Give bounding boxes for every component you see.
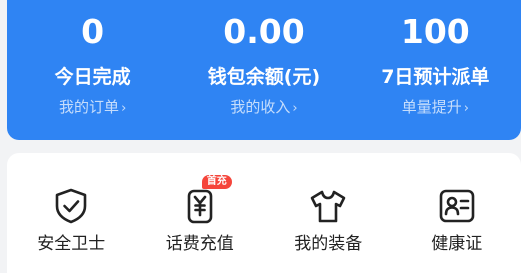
chevron-right-icon: › [121,101,126,116]
chevron-right-icon: › [292,101,297,116]
service-label: 安全卫士 [7,232,136,256]
stat-today-completed[interactable]: 0 今日完成 我的订单› [7,0,178,140]
stat-value: 100 [350,10,521,54]
first-recharge-badge: 首充 [202,175,232,189]
chevron-right-icon: › [464,101,469,116]
stat-value: 0 [7,10,178,54]
boost-orders-link[interactable]: 单量提升› [350,96,521,120]
id-card-icon [437,186,477,226]
shield-check-icon [51,186,91,226]
link-text: 单量提升 [402,98,462,116]
stat-value: 0.00 [178,10,349,54]
service-my-equipment[interactable]: 我的装备 [264,153,393,273]
service-phone-recharge[interactable]: 首充 话费充值 [136,153,265,273]
service-label: 我的装备 [264,232,393,256]
link-text: 我的收入 [230,98,290,116]
stat-label: 钱包余额(元) [178,63,349,91]
my-orders-link[interactable]: 我的订单› [7,96,178,120]
service-label: 健康证 [393,232,521,256]
services-card: 安全卫士 首充 话费充值 我的装备 [7,153,521,273]
service-safety-guard[interactable]: 安全卫士 [7,153,136,273]
link-text: 我的订单 [59,98,119,116]
stat-label: 今日完成 [7,63,178,91]
phone-yuan-icon [180,186,220,226]
stat-label: 7日预计派单 [350,63,521,91]
stat-expected-dispatch[interactable]: 100 7日预计派单 单量提升› [350,0,521,140]
service-label: 话费充值 [136,232,265,256]
stats-card: 0 今日完成 我的订单› 0.00 钱包余额(元) 我的收入› 100 7日预计… [7,0,521,140]
tshirt-icon [308,186,348,226]
stat-wallet-balance[interactable]: 0.00 钱包余额(元) 我的收入› [178,0,349,140]
service-health-certificate[interactable]: 健康证 [393,153,521,273]
my-income-link[interactable]: 我的收入› [178,96,349,120]
